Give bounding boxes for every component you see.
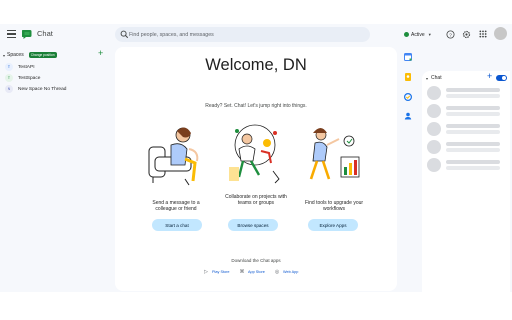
sidebar-item-label: TestAPI [18, 64, 35, 70]
loading-placeholder-row [427, 140, 507, 155]
web-app-label: Web App [283, 270, 299, 274]
loading-placeholder-row [427, 104, 507, 119]
menu-icon[interactable] [7, 30, 16, 38]
space-avatar: N [5, 85, 13, 93]
chevron-down-icon: ▾ [428, 31, 431, 37]
sidebar-item-label: New Space No Thread [18, 86, 67, 92]
keep-icon[interactable] [404, 73, 412, 81]
caret-down-icon: ▾ [426, 75, 429, 81]
explore-apps-description: Find tools to upgrade your workflows [304, 200, 364, 213]
collaborate-illustration [229, 124, 280, 184]
space-avatar: T [5, 63, 13, 71]
app-title: Chat [37, 29, 53, 38]
apps-tools-illustration [309, 128, 360, 180]
status-dot [404, 32, 409, 37]
tasks-icon[interactable] [404, 93, 412, 101]
panel-toggle[interactable] [496, 75, 507, 81]
chat-side-panel: ▾ Chat + [422, 71, 510, 315]
space-avatar: T [5, 74, 13, 82]
sidebar-item-testspace[interactable]: T TestSpace [5, 74, 40, 82]
app-store-icon: ⌘ [239, 269, 245, 275]
explore-apps-button[interactable]: Explore Apps [308, 219, 358, 231]
search-icon[interactable] [120, 30, 129, 39]
spaces-label: Spaces [7, 52, 24, 58]
chat-person-illustration [148, 127, 199, 186]
app-store-link[interactable]: ⌘ App Store [239, 269, 265, 275]
status-dropdown[interactable]: Active ▾ [404, 29, 431, 40]
browse-spaces-button[interactable]: Browse spaces [228, 219, 278, 231]
sidebar-item-testapi[interactable]: T TestAPI [5, 63, 35, 71]
play-store-link[interactable]: ▷ Play Store [203, 269, 230, 275]
loading-placeholder-row [427, 122, 507, 137]
loading-placeholder-row [427, 86, 507, 101]
play-store-label: Play Store [212, 270, 230, 274]
contacts-icon[interactable] [404, 112, 412, 120]
chat-logo-icon [22, 30, 32, 39]
web-app-link[interactable]: ◎ Web App [274, 269, 299, 275]
start-chat-description: Send a message to a colleague or friend [152, 200, 200, 213]
download-apps-label: Download the Chat apps [231, 258, 281, 263]
apps-grid-icon[interactable] [478, 29, 488, 39]
welcome-panel: Welcome, DN Ready? Set. Chat! Let's jump… [115, 47, 397, 291]
spaces-section-header[interactable]: ▾ Spaces Change position [3, 52, 57, 58]
loading-placeholder-row [427, 158, 507, 173]
browse-spaces-description: Collaborate on projects with teams or gr… [225, 194, 287, 207]
start-chat-button[interactable]: Start a chat [152, 219, 202, 231]
play-store-icon: ▷ [204, 269, 208, 275]
svg-text:?: ? [449, 32, 452, 38]
sidebar-item-new-space-no-thread[interactable]: N New Space No Thread [5, 85, 66, 93]
new-chat-icon[interactable]: + [487, 72, 492, 81]
search-bar[interactable] [115, 27, 370, 42]
side-panel-title: Chat [431, 75, 442, 81]
help-icon[interactable]: ? [445, 29, 455, 39]
status-label: Active [411, 31, 425, 38]
calendar-icon[interactable] [404, 53, 412, 61]
web-icon: ◎ [274, 269, 280, 275]
add-space-icon[interactable]: + [98, 49, 103, 58]
page-title: Welcome, DN [205, 56, 307, 74]
sidebar-item-label: TestSpace [18, 75, 41, 81]
app-store-label: App Store [248, 270, 265, 274]
top-bar: Chat Active ▾ ? [0, 24, 512, 46]
change-position-badge: Change position [28, 52, 57, 58]
settings-icon[interactable] [461, 29, 471, 39]
side-panel-header[interactable]: ▾ Chat [426, 75, 442, 81]
welcome-tagline: Ready? Set. Chat! Let's jump right into … [205, 103, 307, 109]
avatar[interactable] [494, 27, 507, 40]
caret-down-icon: ▾ [3, 52, 6, 58]
search-input[interactable] [129, 28, 359, 41]
